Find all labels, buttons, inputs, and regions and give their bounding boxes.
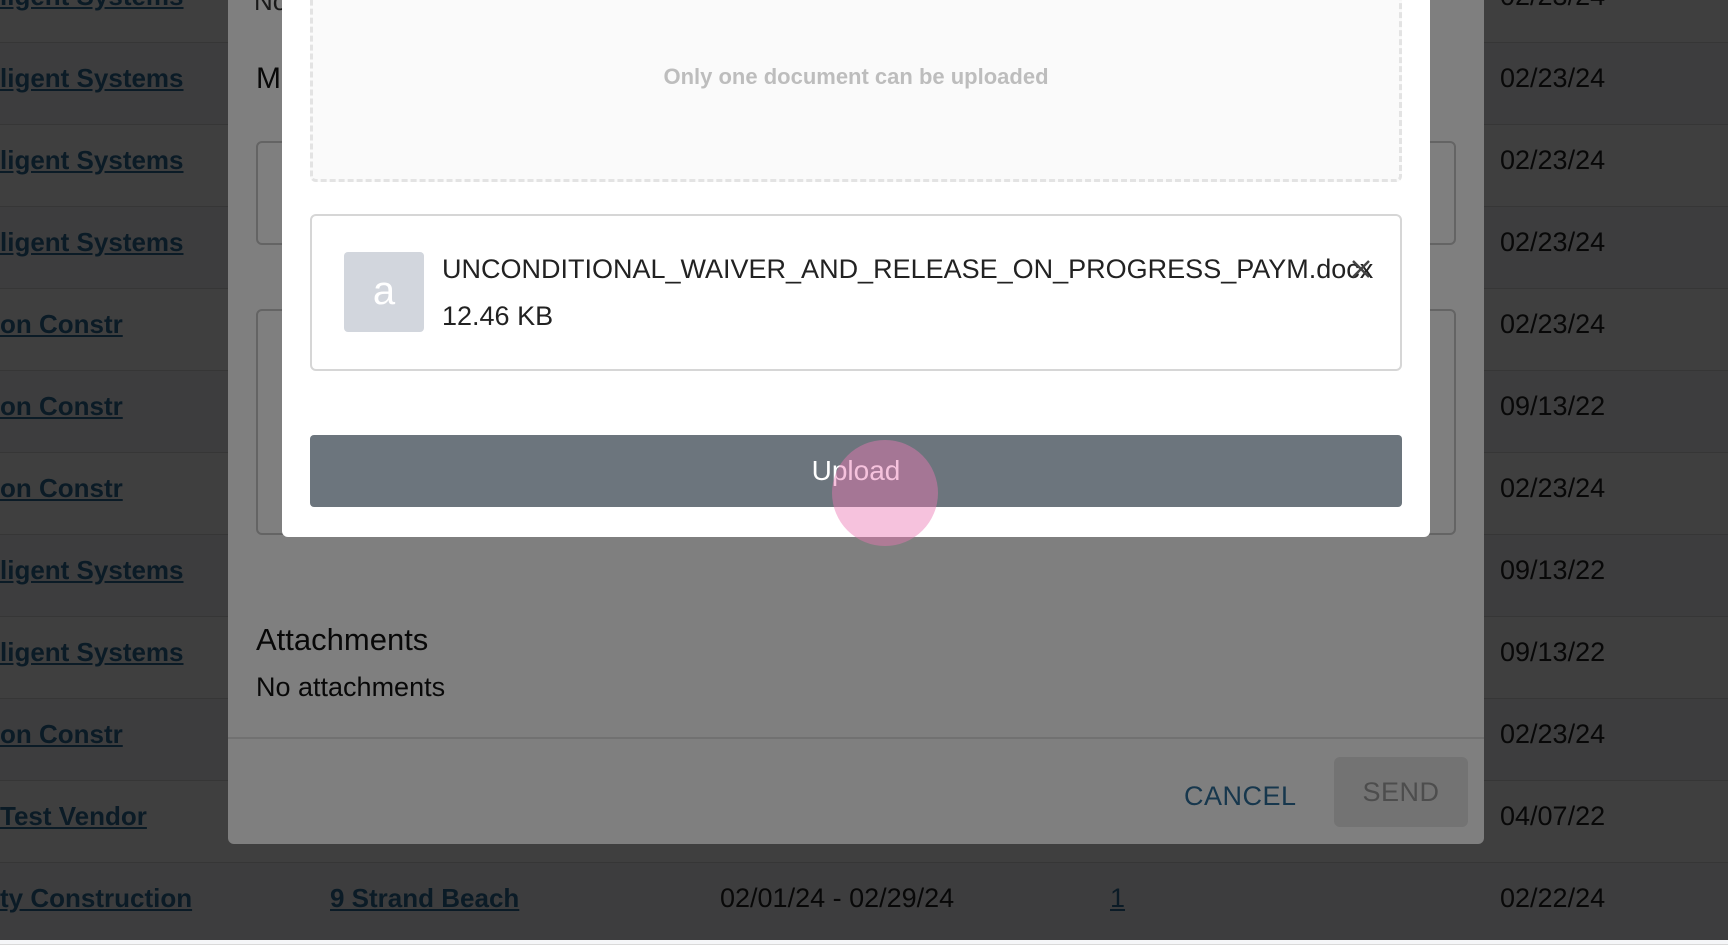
file-dropzone[interactable]: Only one document can be uploaded bbox=[310, 0, 1402, 182]
file-name: UNCONDITIONAL_WAIVER_AND_RELEASE_ON_PROG… bbox=[442, 254, 1374, 284]
selected-file-card: a UNCONDITIONAL_WAIVER_AND_RELEASE_ON_PR… bbox=[310, 214, 1402, 371]
file-size: 12.46 KB bbox=[442, 301, 554, 331]
close-icon[interactable] bbox=[1348, 256, 1374, 282]
file-thumbnail: a bbox=[344, 252, 424, 332]
dropzone-hint: Only one document can be uploaded bbox=[663, 64, 1049, 89]
click-indicator bbox=[832, 440, 938, 546]
